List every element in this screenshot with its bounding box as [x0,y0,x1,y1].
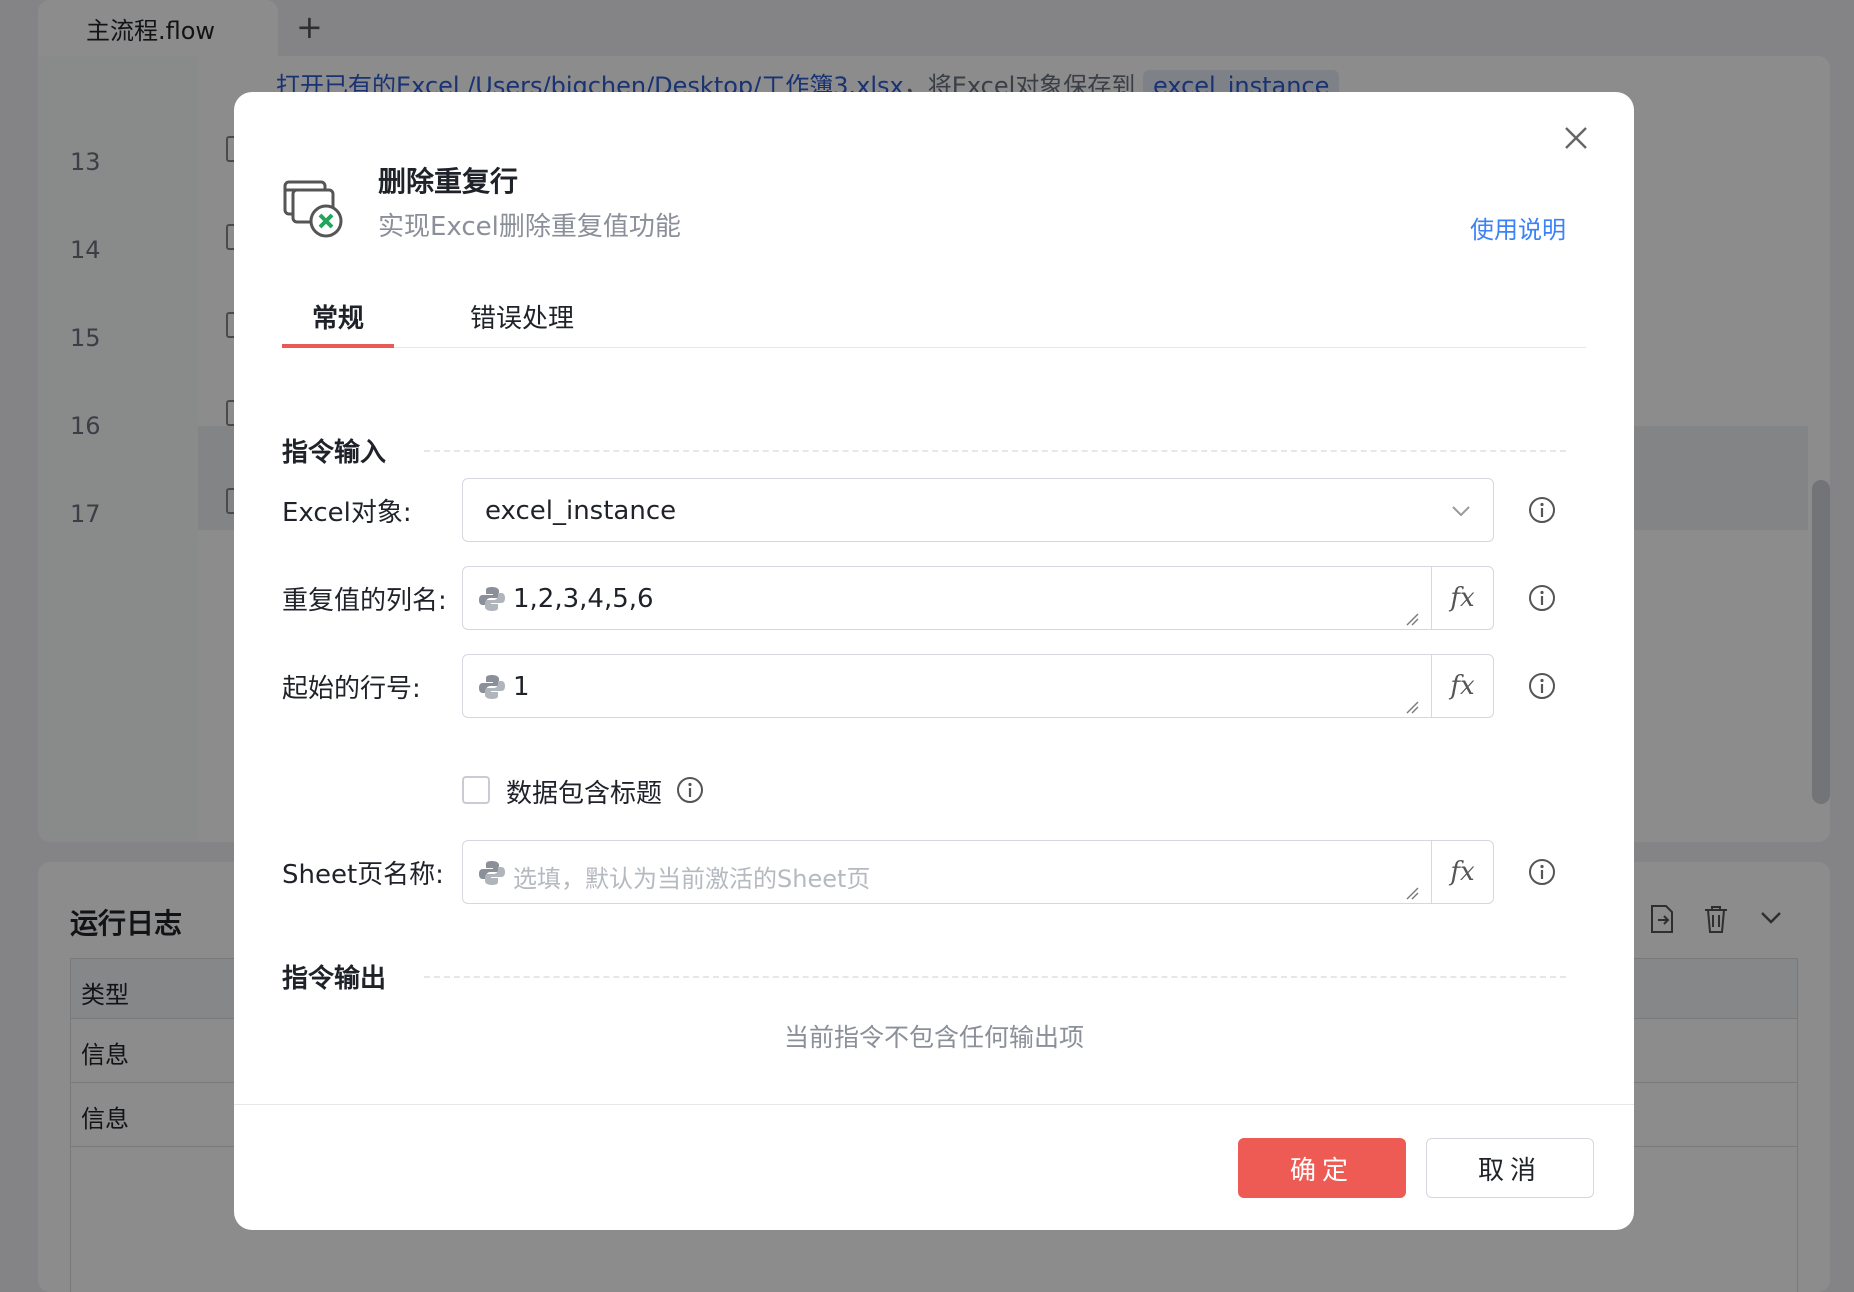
fx-button[interactable]: fx [1431,841,1493,903]
python-icon [477,672,507,702]
chevron-down-icon [1451,501,1471,521]
info-icon[interactable] [1528,672,1556,700]
info-icon[interactable] [1528,584,1556,612]
start-row-label: 起始的行号: [282,674,421,704]
sheet-name-label: Sheet页名称: [282,860,444,890]
resize-grip-icon[interactable] [1405,611,1419,626]
section-divider [424,450,1566,452]
tab-general[interactable]: 常规 [282,298,395,348]
columns-input[interactable]: 1,2,3,4,5,6 fx [462,566,1494,630]
info-icon[interactable] [1528,496,1556,524]
section-output-title: 指令输出 [282,964,387,994]
close-icon[interactable] [1556,118,1596,158]
resize-grip-icon[interactable] [1405,699,1419,714]
empty-output-text: 当前指令不包含任何输出项 [783,1023,1084,1052]
header-checkbox-label[interactable]: 数据包含标题 [506,773,662,810]
header-checkbox[interactable] [462,776,490,804]
section-input-title: 指令输入 [282,438,387,468]
python-icon [477,858,507,888]
excel-object-select[interactable]: excel_instance [462,478,1494,542]
start-row-input[interactable]: 1 fx [462,654,1494,718]
cancel-button[interactable]: 取消 [1426,1138,1594,1198]
info-icon[interactable] [676,776,704,804]
info-icon[interactable] [1528,858,1556,886]
sheet-name-input[interactable]: 选填，默认为当前激活的Sheet页 fx [462,840,1494,904]
dialog-tabs: 常规 错误处理 [282,298,1586,348]
columns-value: 1,2,3,4,5,6 [513,584,654,614]
excel-object-label: Excel对象: [282,498,412,528]
columns-label: 重复值的列名: [282,586,447,616]
fx-button[interactable]: fx [1431,655,1493,717]
python-icon [477,584,507,614]
dialog-subtitle: 实现Excel删除重复值功能 [378,212,681,242]
fx-button[interactable]: fx [1431,567,1493,629]
confirm-button[interactable]: 确定 [1238,1138,1406,1198]
excel-object-value: excel_instance [485,496,677,526]
start-row-value: 1 [513,672,530,702]
sheet-name-placeholder: 选填，默认为当前激活的Sheet页 [513,865,871,893]
dialog-title: 删除重复行 [378,165,519,198]
footer-divider [234,1104,1634,1105]
resize-grip-icon[interactable] [1405,885,1419,900]
tab-error-handling[interactable]: 错误处理 [440,298,604,348]
delete-duplicate-rows-dialog: 删除重复行 实现Excel删除重复值功能 使用说明 常规 错误处理 指令输入 E… [234,92,1634,1230]
excel-delete-icon [282,178,346,242]
section-divider [424,976,1566,978]
help-link[interactable]: 使用说明 [1470,210,1566,245]
